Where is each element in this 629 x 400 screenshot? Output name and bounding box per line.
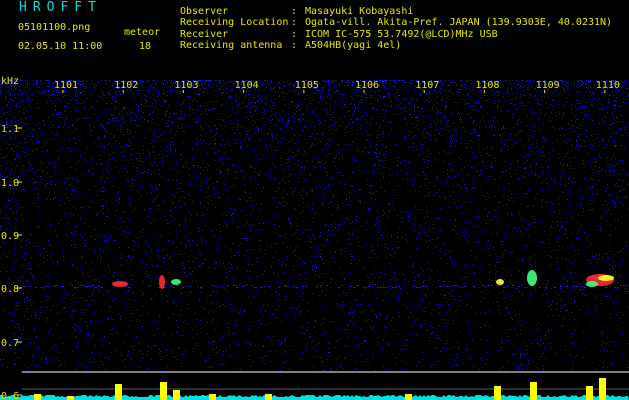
level-spike-6 [209,394,216,400]
meteor-echo-4 [496,279,504,285]
time-label-4: 1105 [295,80,319,91]
time-label-0: 1101 [54,80,78,91]
level-spike-2 [67,396,74,400]
meteor-echo-5 [527,270,537,286]
meteor-count: 18 [139,41,152,52]
time-label-2: 1103 [174,80,198,91]
unit-label: kHz [1,76,19,87]
time-label-5: 1106 [355,80,379,91]
meteor-echo-2 [159,275,165,289]
observer-value: Masayuki Kobayashi [305,6,414,17]
observer-key: Observer [180,6,229,17]
meteor-echo-8 [586,281,598,287]
time-label-6: 1107 [415,80,439,91]
meteor-echo-3 [171,279,181,285]
receiver-sep: : [291,29,298,40]
time-label-7: 1108 [475,80,499,91]
header-panel: HROFFT 05101100.png 02.05.10 11:00 meteo… [0,0,629,76]
level-spike-1 [34,394,41,400]
location-key: Receiving Location [180,17,289,28]
observer-sep: : [291,6,298,17]
level-spike-5 [173,390,180,400]
level-spike-11 [586,386,593,400]
antenna-key: Receiving antenna [180,40,283,51]
level-spike-3 [115,384,122,400]
time-label-3: 1104 [235,80,259,91]
time-label-8: 1109 [536,80,560,91]
y-tick-label-4: 0.7 [1,338,19,349]
antenna-sep: : [291,40,298,51]
location-sep: : [291,17,298,28]
receiver-key: Receiver [180,29,229,40]
level-spike-9 [494,386,501,400]
level-spike-10 [530,382,537,400]
antenna-value: A504HB(yagi 4el) [305,40,402,51]
y-tick-label-5: 0.6 [1,391,19,400]
meteor-echo-1 [112,281,128,287]
spectrogram-plot: kHz 1.1 1.0 0.9 0.8 0.7 0.6 1101 1102 1103 1104 1… [0,76,629,400]
app-title: HROFFT [19,0,102,15]
level-spike-7 [265,394,272,400]
level-spike-8 [405,394,412,400]
y-tick-label-2: 0.9 [1,231,19,242]
time-label-1: 1102 [114,80,138,91]
file-name: 05101100.png [18,22,91,33]
y-tick-label-0: 1.1 [1,124,19,135]
time-label-9: 1110 [596,80,620,91]
level-spike-4 [160,382,167,400]
date-time: 02.05.10 11:00 [18,41,103,52]
y-tick-label-1: 1.0 [1,178,19,189]
receiver-value: ICOM IC-575 53.7492(@LCD)MHz USB [305,29,498,40]
level-spike-12 [599,378,606,400]
y-tick-label-3: 0.8 [1,284,19,295]
meteor-echo-7 [598,275,614,281]
meteor-label: meteor [124,27,161,38]
location-value: Ogata-vill. Akita-Pref. JAPAN (139.9303E… [305,17,613,28]
